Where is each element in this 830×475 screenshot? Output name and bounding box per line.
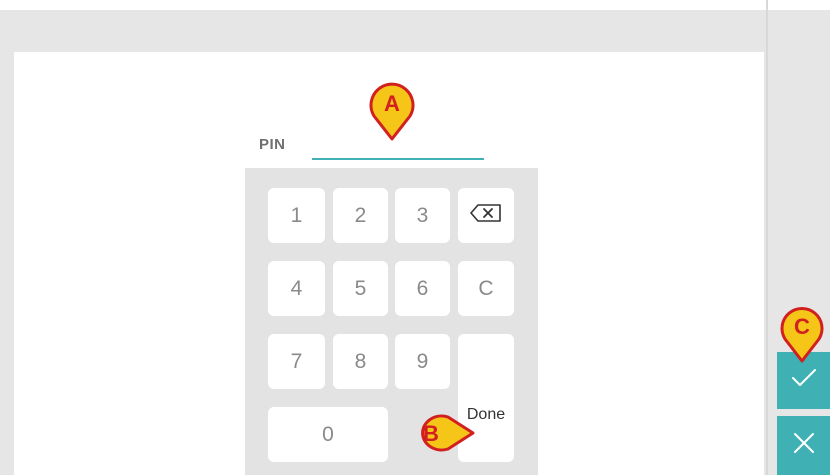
annotation-label-b: B: [423, 421, 439, 446]
key-3[interactable]: 3: [395, 188, 450, 243]
key-4[interactable]: 4: [268, 261, 325, 316]
annotation-label-a: A: [384, 91, 400, 116]
checkmark-icon: [791, 367, 817, 394]
top-strip: [0, 0, 830, 10]
pin-label: PIN: [259, 136, 286, 153]
key-7[interactable]: 7: [268, 334, 325, 389]
clear-button[interactable]: C: [458, 261, 514, 316]
key-8[interactable]: 8: [333, 334, 388, 389]
key-9[interactable]: 9: [395, 334, 450, 389]
cancel-button[interactable]: [777, 416, 830, 475]
backspace-icon: [470, 203, 502, 228]
sidebar-divider: [766, 0, 768, 475]
annotation-marker-a: A: [369, 82, 415, 141]
close-icon: [793, 432, 815, 459]
key-0[interactable]: 0: [268, 407, 388, 462]
key-6[interactable]: 6: [395, 261, 450, 316]
backspace-button[interactable]: [458, 188, 514, 243]
annotation-marker-c: C: [780, 307, 824, 363]
key-1[interactable]: 1: [268, 188, 325, 243]
annotation-marker-b: B: [421, 414, 475, 452]
annotation-label-c: C: [794, 314, 810, 339]
key-5[interactable]: 5: [333, 261, 388, 316]
key-2[interactable]: 2: [333, 188, 388, 243]
